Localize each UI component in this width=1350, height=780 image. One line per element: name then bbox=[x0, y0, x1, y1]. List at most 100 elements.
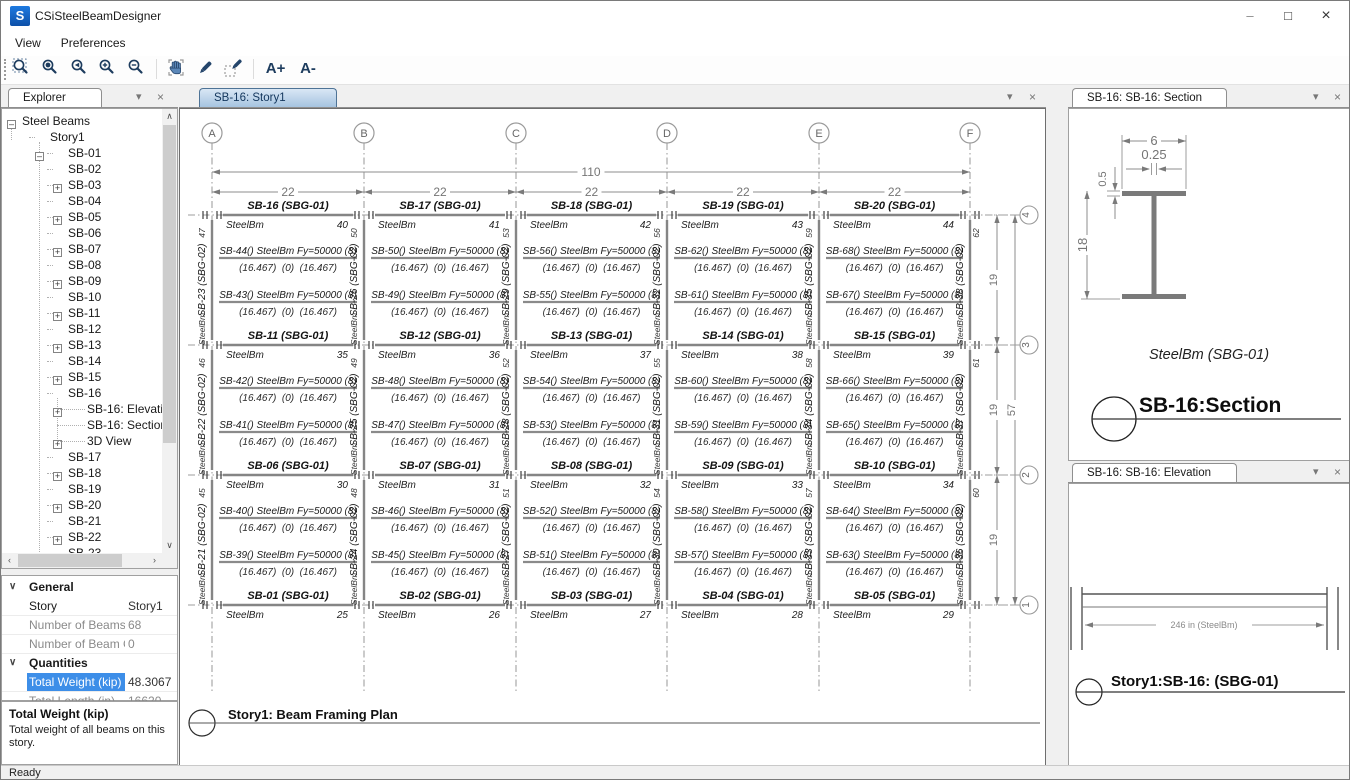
tree-scroll-left-arrow[interactable]: ‹ bbox=[2, 553, 17, 568]
zoom-window-icon[interactable] bbox=[11, 57, 35, 81]
property-group-name: Quantities bbox=[29, 654, 88, 672]
close-button[interactable]: × bbox=[1309, 5, 1343, 27]
minimize-button[interactable]: – bbox=[1233, 5, 1267, 27]
zoom-in-icon[interactable] bbox=[96, 57, 120, 81]
property-group-quantities[interactable]: ∨ Quantities bbox=[2, 654, 177, 672]
tree-item-sb-04[interactable]: +SB-04 bbox=[2, 193, 160, 209]
infill-label-SB-42: SB-42() SteelBm Fy=50000 (8) bbox=[219, 376, 357, 387]
property-row-number-of-beams[interactable]: Number of Beams68 bbox=[2, 616, 177, 635]
tree-item-3d-view[interactable]: 3D View bbox=[2, 433, 160, 449]
property-label: Number of Beam Groups bbox=[29, 635, 125, 653]
vertical-beam-label-SB-38: SB-38 (SBG-02) bbox=[955, 244, 966, 317]
infill-label-SB-67: SB-67() SteelBm Fy=50000 (8) bbox=[826, 290, 964, 301]
tab-plan-story1[interactable]: SB-16: Story1 bbox=[199, 88, 337, 107]
tree-item-sb-01[interactable]: +SB-01 bbox=[2, 145, 160, 161]
girder-sub-label: SteelBm bbox=[226, 220, 264, 231]
infill-values: (16.467) (0) (16.467) bbox=[543, 437, 641, 448]
tree-item-sb-10[interactable]: +SB-10 bbox=[2, 289, 160, 305]
dim-arrow bbox=[819, 189, 827, 194]
tree-item-sb-09[interactable]: +SB-09 bbox=[2, 273, 160, 289]
toolbar-grip[interactable] bbox=[4, 59, 9, 80]
girder-number: 34 bbox=[943, 480, 955, 491]
tree-item-sb-16[interactable]: –SB-16 bbox=[2, 385, 160, 401]
tree-horizontal-scroll-thumb[interactable] bbox=[18, 554, 122, 567]
property-row-number-of-beam-groups[interactable]: Number of Beam Groups0 bbox=[2, 635, 177, 654]
girder-number: 37 bbox=[640, 350, 652, 361]
draw-pen-region-icon[interactable] bbox=[222, 57, 246, 81]
elevation-tab-menu-icon[interactable]: ▾ bbox=[1313, 466, 1319, 478]
tree-item-sb-20[interactable]: +SB-20 bbox=[2, 497, 160, 513]
tree-item-sb-02[interactable]: +SB-02 bbox=[2, 161, 160, 177]
tree-item-sb-12[interactable]: +SB-12 bbox=[2, 321, 160, 337]
girder-number: 25 bbox=[336, 610, 349, 621]
tree-scroll-right-arrow[interactable]: › bbox=[147, 553, 162, 568]
infill-label-SB-54: SB-54() SteelBm Fy=50000 (8) bbox=[523, 376, 661, 387]
tree-item-label: SB-18 bbox=[68, 466, 101, 480]
tree-item-sb-14[interactable]: +SB-14 bbox=[2, 353, 160, 369]
zoom-previous-icon[interactable] bbox=[68, 57, 92, 81]
vertical-beam-sub: SteelBm bbox=[501, 573, 511, 605]
tree-expand-box[interactable]: + bbox=[53, 568, 62, 569]
tree-item-sb-05[interactable]: +SB-05 bbox=[2, 209, 160, 225]
dim-text: 19 bbox=[988, 404, 1000, 416]
section-tab-close-icon[interactable]: × bbox=[1334, 91, 1341, 103]
tree-item-sb-19[interactable]: +SB-19 bbox=[2, 481, 160, 497]
font-decrease-button[interactable]: A- bbox=[294, 57, 322, 81]
tree-item-sb-17[interactable]: +SB-17 bbox=[2, 449, 160, 465]
tree-item-sb-21[interactable]: +SB-21 bbox=[2, 513, 160, 529]
vertical-beam-sub: SteelBm bbox=[955, 573, 965, 605]
tab-explorer[interactable]: Explorer bbox=[8, 88, 102, 107]
property-row-story[interactable]: StoryStory1 bbox=[2, 597, 177, 616]
tree-scroll-up-arrow[interactable]: ∧ bbox=[162, 109, 177, 124]
tree-vertical-scroll-thumb[interactable] bbox=[163, 125, 176, 443]
tree-item-sb-03[interactable]: +SB-03 bbox=[2, 177, 160, 193]
group-collapse-icon[interactable]: ∨ bbox=[9, 654, 16, 672]
pan-hand-icon[interactable] bbox=[165, 57, 189, 81]
tree-item-steel-beams[interactable]: –Steel Beams bbox=[2, 113, 160, 129]
dim-arrow bbox=[1084, 291, 1089, 299]
tree-item-label: 3D View bbox=[87, 434, 131, 448]
dim-arrow bbox=[1178, 138, 1186, 143]
tree-item-sb-16-elevation[interactable]: SB-16: Elevation bbox=[2, 401, 160, 417]
tree-collapse-box[interactable]: – bbox=[7, 120, 16, 129]
group-collapse-icon[interactable]: ∨ bbox=[9, 578, 16, 596]
tree-item-sb-18[interactable]: +SB-18 bbox=[2, 465, 160, 481]
infill-label-SB-53: SB-53() SteelBm Fy=50000 (8) bbox=[523, 420, 661, 431]
tree-item-sb-22[interactable]: +SB-22 bbox=[2, 529, 160, 545]
draw-pen-icon[interactable] bbox=[193, 57, 217, 81]
tree-item-sb-16-section[interactable]: SB-16: Section bbox=[2, 417, 160, 433]
explorer-tab-menu-icon[interactable]: ▾ bbox=[136, 91, 142, 103]
zoom-fill-icon[interactable] bbox=[39, 57, 63, 81]
tree-scroll-down-arrow[interactable]: ∨ bbox=[162, 538, 177, 553]
property-group-general[interactable]: ∨General bbox=[2, 578, 177, 596]
font-increase-button[interactable]: A+ bbox=[262, 57, 290, 81]
tree-item-sb-07[interactable]: +SB-07 bbox=[2, 241, 160, 257]
tree-item-sb-08[interactable]: +SB-08 bbox=[2, 257, 160, 273]
tree-item-story1[interactable]: –Story1 bbox=[2, 129, 160, 145]
girder-number: 30 bbox=[337, 480, 349, 491]
girder-number: 36 bbox=[489, 350, 501, 361]
tree-item-sb-11[interactable]: +SB-11 bbox=[2, 305, 160, 321]
property-row-total-weight-kip-[interactable]: Total Weight (kip)48.3067 bbox=[2, 673, 177, 692]
dim-text-web: 0.25 bbox=[1141, 147, 1166, 162]
infill-label-SB-40: SB-40() SteelBm Fy=50000 (8) bbox=[219, 506, 357, 517]
status-text: Ready bbox=[9, 767, 41, 779]
tab-section[interactable]: SB-16: SB-16: Section bbox=[1072, 88, 1227, 107]
vertical-beam-label-SB-35: SB-35 (SBG-02) bbox=[804, 244, 815, 317]
tree-item-sb-15[interactable]: +SB-15 bbox=[2, 369, 160, 385]
plan-tab-menu-icon[interactable]: ▾ bbox=[1007, 91, 1013, 103]
elevation-tab-close-icon[interactable]: × bbox=[1334, 466, 1341, 478]
girder-number: 26 bbox=[488, 610, 501, 621]
tree-item-sb-13[interactable]: +SB-13 bbox=[2, 337, 160, 353]
plan-tab-close-icon[interactable]: × bbox=[1029, 91, 1036, 103]
section-tab-menu-icon[interactable]: ▾ bbox=[1313, 91, 1319, 103]
menu-item-view[interactable]: View bbox=[5, 31, 51, 54]
girder-sub-label: SteelBm bbox=[378, 610, 416, 621]
zoom-out-icon[interactable] bbox=[125, 57, 149, 81]
menu-item-preferences[interactable]: Preferences bbox=[51, 31, 136, 54]
maximize-button[interactable]: □ bbox=[1271, 5, 1305, 27]
property-value: 68 bbox=[128, 616, 176, 634]
explorer-tab-close-icon[interactable]: × bbox=[157, 91, 164, 103]
tree-item-sb-06[interactable]: +SB-06 bbox=[2, 225, 160, 241]
tab-elevation[interactable]: SB-16: SB-16: Elevation bbox=[1072, 463, 1237, 482]
